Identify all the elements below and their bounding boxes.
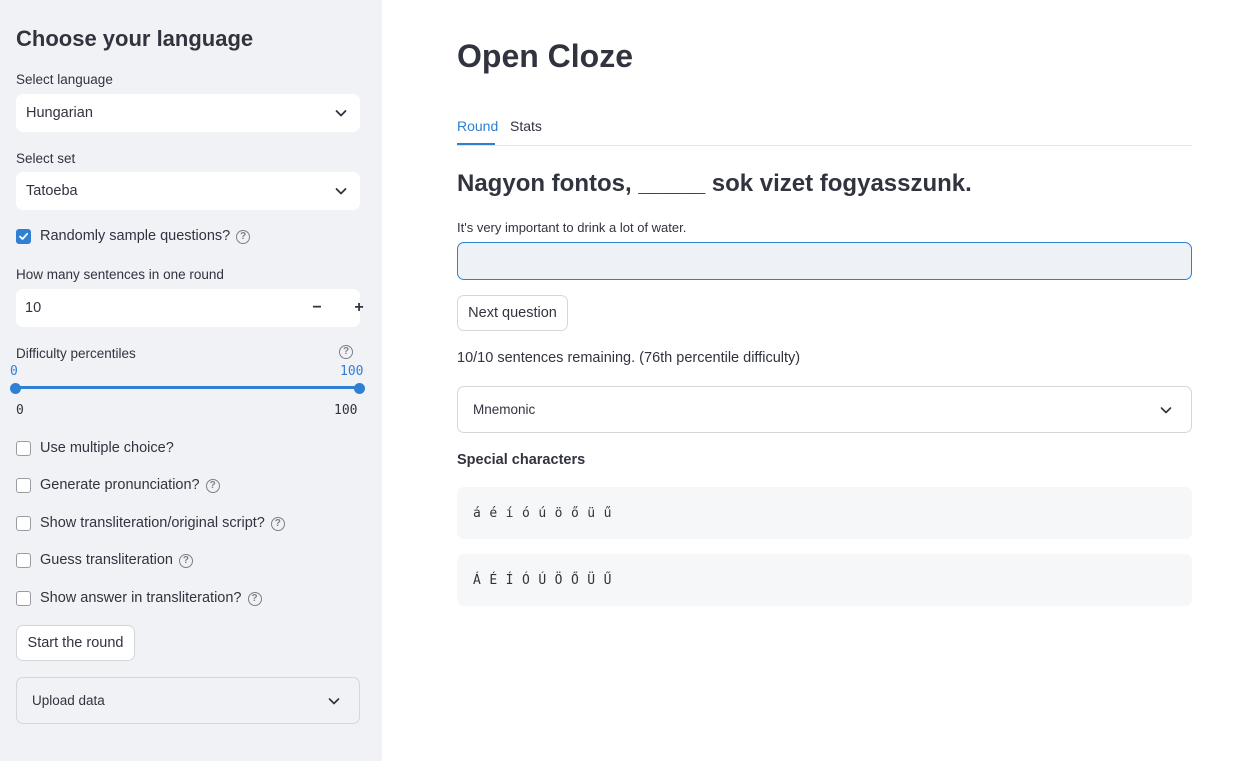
cloze-question: Nagyon fontos, _____ sok vizet fogyasszu… bbox=[457, 170, 972, 197]
language-select-value: Hungarian bbox=[26, 105, 93, 121]
special-char: Á bbox=[473, 572, 481, 588]
sidebar: Choose your language Select language Hun… bbox=[0, 0, 382, 761]
difficulty-max-label: 100 bbox=[334, 403, 358, 418]
pronunciation-label[interactable]: Generate pronunciation?? bbox=[40, 477, 220, 493]
set-select-label: Select set bbox=[16, 151, 76, 166]
mnemonic-label: Mnemonic bbox=[473, 402, 536, 417]
language-select-label: Select language bbox=[16, 72, 113, 87]
random-sample-checkbox[interactable] bbox=[16, 229, 31, 244]
guess-transliteration-checkbox[interactable] bbox=[16, 553, 31, 568]
tab-round[interactable]: Round bbox=[457, 118, 498, 134]
lowercase-characters-box: á é í ó ú ö ő ü ű bbox=[457, 487, 1192, 539]
tab-bar: Round Stats bbox=[457, 112, 1192, 146]
answer-transliteration-checkbox[interactable] bbox=[16, 591, 31, 606]
help-icon[interactable]: ? bbox=[205, 479, 220, 493]
start-round-button[interactable]: Start the round bbox=[16, 625, 135, 661]
help-icon[interactable]: ? bbox=[247, 592, 262, 606]
active-tab-indicator bbox=[457, 143, 495, 145]
difficulty-label: Difficulty percentiles bbox=[16, 346, 136, 361]
upload-data-expander[interactable]: Upload data bbox=[16, 677, 360, 724]
difficulty-slider-low-handle[interactable] bbox=[10, 383, 21, 394]
special-char: í bbox=[505, 505, 514, 521]
set-select[interactable]: Tatoeba bbox=[16, 172, 360, 210]
difficulty-min-label: 0 bbox=[16, 403, 24, 418]
language-select[interactable]: Hungarian bbox=[16, 94, 360, 132]
multiple-choice-checkbox[interactable] bbox=[16, 441, 31, 456]
help-icon[interactable]: ? bbox=[178, 554, 193, 568]
chevron-down-icon bbox=[335, 188, 347, 195]
difficulty-slider-track[interactable] bbox=[16, 386, 360, 389]
special-char: Ó bbox=[521, 572, 530, 588]
special-characters-heading: Special characters bbox=[457, 452, 586, 468]
help-icon[interactable]: ? bbox=[339, 345, 353, 359]
transliteration-checkbox[interactable] bbox=[16, 516, 31, 531]
transliteration-label[interactable]: Show transliteration/original script?? bbox=[40, 515, 285, 531]
guess-transliteration-label[interactable]: Guess transliteration? bbox=[40, 552, 193, 568]
sentences-value[interactable]: 10 bbox=[25, 300, 41, 316]
special-char: ű bbox=[603, 505, 612, 521]
special-char: ó bbox=[521, 505, 530, 521]
sentences-number-input[interactable]: 10 − + bbox=[16, 289, 364, 327]
special-char: ő bbox=[570, 505, 579, 521]
sentences-label: How many sentences in one round bbox=[16, 267, 224, 282]
special-char: á bbox=[473, 505, 481, 521]
difficulty-high-value: 100 bbox=[340, 364, 364, 379]
upload-data-label: Upload data bbox=[32, 693, 105, 708]
help-icon[interactable]: ? bbox=[270, 517, 285, 531]
special-char: ú bbox=[538, 505, 547, 521]
difficulty-low-value: 0 bbox=[10, 364, 18, 379]
special-char: Ő bbox=[570, 572, 579, 588]
special-char: Ü bbox=[587, 572, 596, 588]
difficulty-slider-high-handle[interactable] bbox=[354, 383, 365, 394]
decrement-button[interactable]: − bbox=[305, 295, 329, 321]
uppercase-characters-box: Á É Í Ó Ú Ö Ő Ü Ű bbox=[457, 554, 1192, 606]
special-char: ü bbox=[587, 505, 596, 521]
special-char: Ú bbox=[538, 572, 547, 588]
chevron-down-icon bbox=[335, 110, 347, 117]
pronunciation-checkbox[interactable] bbox=[16, 478, 31, 493]
answer-transliteration-label[interactable]: Show answer in transliteration?? bbox=[40, 590, 262, 606]
main-content: Open Cloze Round Stats Nagyon fontos, __… bbox=[382, 0, 1243, 761]
translation-text: It's very important to drink a lot of wa… bbox=[457, 220, 687, 235]
random-sample-label[interactable]: Randomly sample questions?? bbox=[40, 228, 251, 244]
check-icon bbox=[19, 232, 29, 240]
multiple-choice-label[interactable]: Use multiple choice? bbox=[40, 440, 174, 456]
chevron-down-icon bbox=[328, 697, 340, 704]
special-char: Í bbox=[505, 572, 514, 588]
next-question-button[interactable]: Next question bbox=[457, 295, 568, 331]
special-char: É bbox=[489, 572, 498, 588]
special-char: é bbox=[489, 505, 498, 521]
chevron-down-icon bbox=[1160, 406, 1172, 413]
special-char: Ű bbox=[603, 572, 612, 588]
tab-stats[interactable]: Stats bbox=[510, 118, 542, 134]
page-title: Open Cloze bbox=[457, 38, 634, 74]
mnemonic-expander[interactable]: Mnemonic bbox=[457, 386, 1192, 433]
status-text: 10/10 sentences remaining. (76th percent… bbox=[457, 350, 801, 366]
help-icon[interactable]: ? bbox=[236, 230, 251, 244]
special-char: Ö bbox=[554, 572, 563, 588]
set-select-value: Tatoeba bbox=[26, 183, 78, 199]
answer-input[interactable] bbox=[457, 242, 1192, 280]
special-char: ö bbox=[554, 505, 563, 521]
sidebar-title: Choose your language bbox=[16, 26, 254, 51]
increment-button[interactable]: + bbox=[347, 295, 371, 321]
